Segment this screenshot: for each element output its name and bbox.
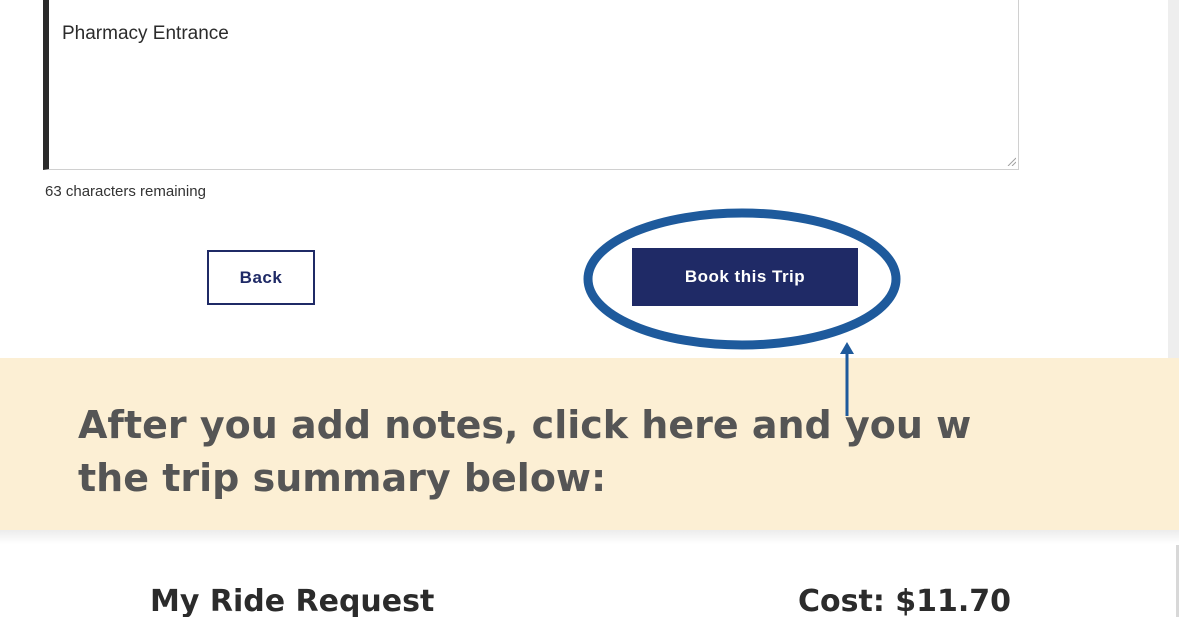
page-edge bbox=[1168, 0, 1179, 360]
notes-textarea[interactable] bbox=[43, 0, 1019, 170]
page: Pharmacy Entrance 63 characters remainin… bbox=[0, 0, 1179, 617]
summary-divider bbox=[0, 530, 1179, 544]
summary-title: My Ride Request bbox=[150, 584, 435, 617]
trip-cost: Cost: $11.70 bbox=[798, 584, 1012, 617]
resize-grip-icon[interactable] bbox=[1006, 156, 1016, 166]
book-trip-button[interactable]: Book this Trip bbox=[632, 248, 858, 306]
callout-text-line-1: After you add notes, click here and you … bbox=[78, 403, 972, 447]
back-button[interactable]: Back bbox=[207, 250, 315, 305]
callout-text-line-2: the trip summary below: bbox=[78, 456, 607, 500]
characters-remaining: 63 characters remaining bbox=[45, 183, 206, 200]
